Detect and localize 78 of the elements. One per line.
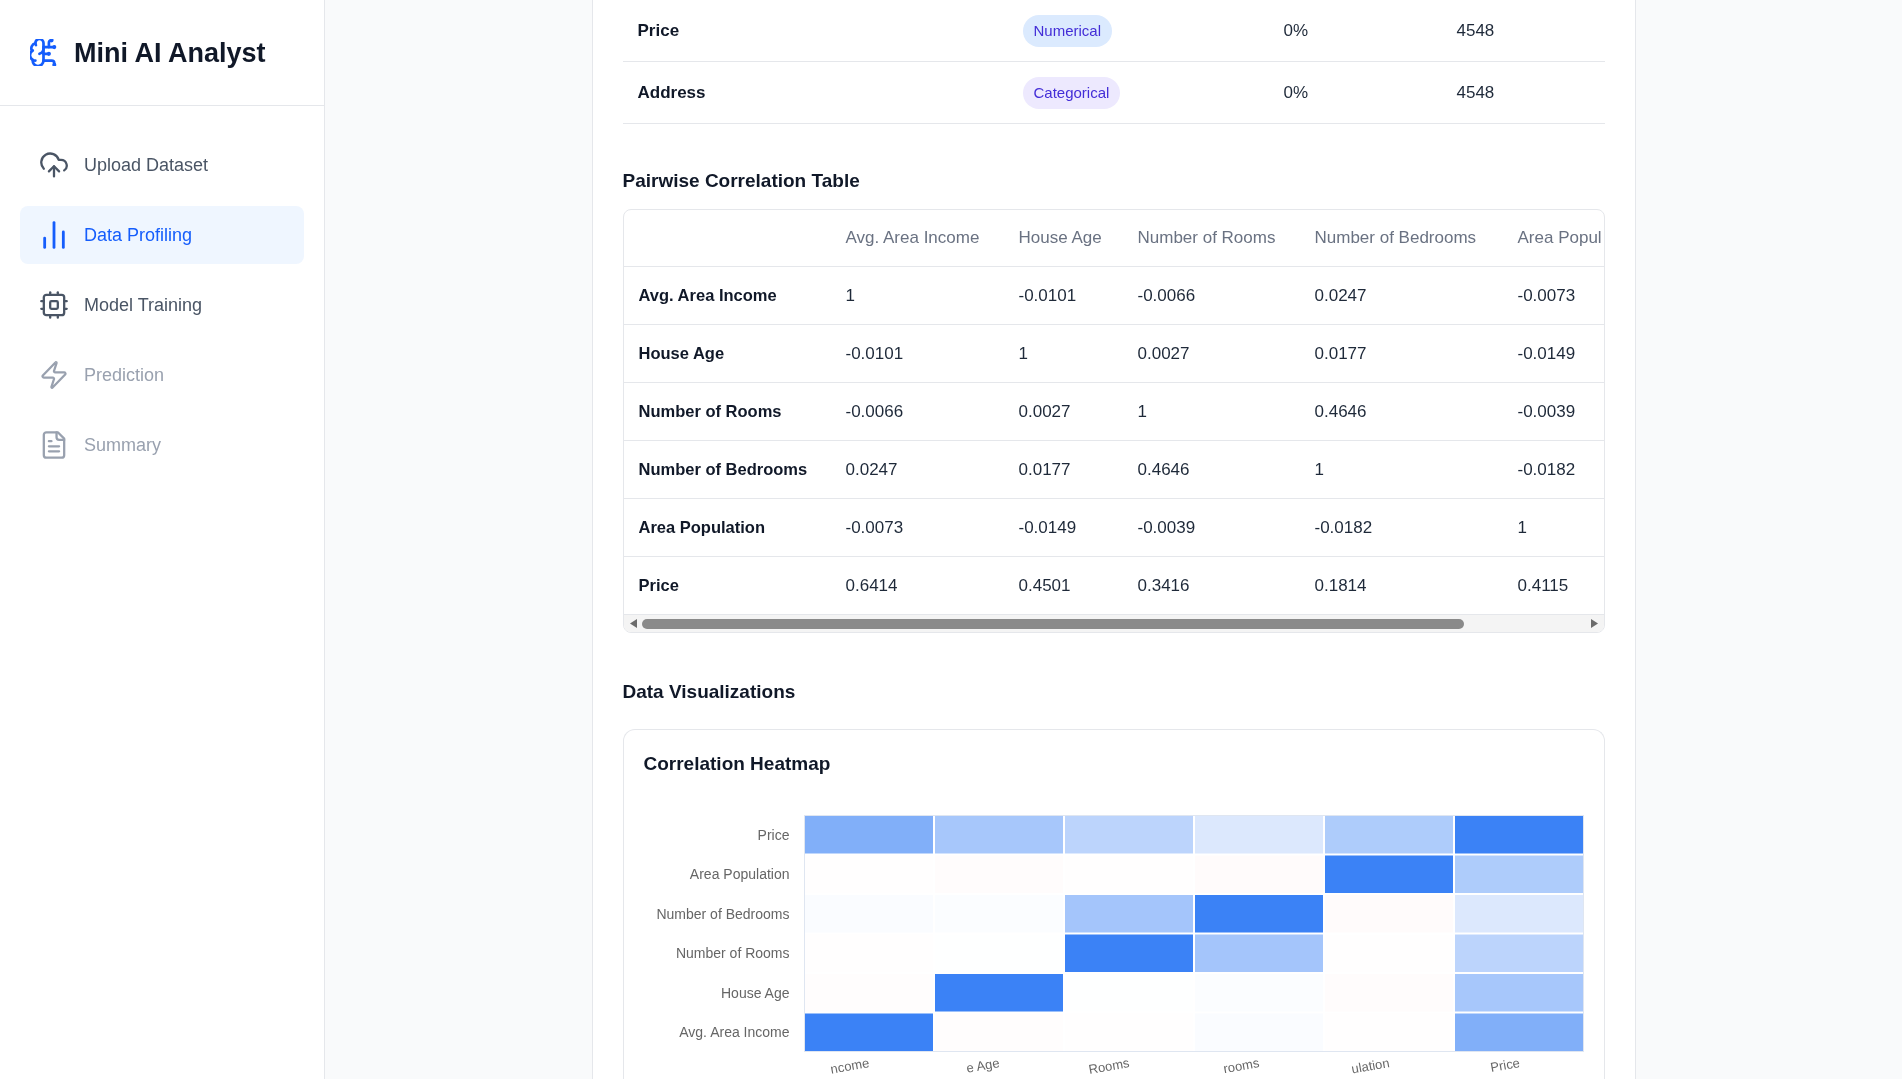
table-cell: 0.0027 [1137,343,1190,363]
cpu-chip-icon [40,291,68,319]
axis-label: e Age [965,1055,1001,1076]
table-cell: 0.0247 [845,459,898,479]
table-cell: 0.6414 [845,575,898,595]
column-header: Avg. Area Income [845,228,980,248]
table-cell: -0.0073 [845,517,904,537]
axis-label: rooms [1222,1055,1261,1077]
cloud-upload-icon [40,151,68,179]
table-cell: 0.3416 [1137,575,1190,595]
table-cell: 0.0027 [1018,401,1071,421]
column-header: House Age [1018,228,1102,248]
table-cell: -0.0039 [1137,517,1196,537]
horizontal-scrollbar[interactable] [623,615,1604,632]
card-title: Correlation Heatmap [643,752,831,776]
axis-label: ulation [1350,1055,1391,1077]
table-cell: -0.0101 [1018,285,1077,305]
row-header: Price [638,575,679,594]
table-cell: -0.0101 [845,343,904,363]
table-cell: 4548 [1456,20,1495,40]
axis-label: ncome [829,1055,871,1077]
sidebar-item[interactable]: Data Profiling [20,206,304,264]
table-cell: -0.0182 [1314,517,1373,537]
axis-label: Number of Rooms [675,945,790,962]
document-icon [40,431,68,459]
table-cell: -0.0149 [1517,343,1576,363]
row-header: Number of Rooms [638,401,782,420]
table-cell: 0% [1283,82,1309,102]
table-cell: -0.0073 [1517,285,1576,305]
table-cell: -0.0039 [1517,401,1576,421]
sidebar-item[interactable]: Model Training [20,276,304,334]
table-cell: Address [637,82,706,102]
scroll-right-arrow-icon[interactable] [1590,619,1598,628]
sidebar-item[interactable]: Upload Dataset [20,136,304,194]
table-cell: 0.4646 [1137,459,1190,479]
type-badge: Numerical [1022,14,1112,47]
table-cell: 0% [1283,20,1309,40]
table-cell: 1 [1314,459,1324,479]
scroll-left-arrow-icon[interactable] [629,619,637,628]
bar-chart-icon [40,221,68,249]
brain-circuit-icon [30,39,57,66]
lightning-icon [40,361,68,389]
table-cell: 1 [1018,343,1028,363]
table-cell: 0.4646 [1314,401,1367,421]
table-cell: 0.0177 [1018,459,1071,479]
row-header: Area Population [638,517,765,536]
section-heading: Data Visualizations [622,680,796,704]
axis-label: House Age [721,984,790,1001]
table-cell: -0.0066 [1137,285,1196,305]
table-cell: 1 [845,285,855,305]
table-cell: 0.0247 [1314,285,1367,305]
section-heading: Pairwise Correlation Table [622,169,860,193]
type-badge: Categorical [1022,76,1121,109]
table-cell: 0.1814 [1314,575,1367,595]
column-header: Number of Bedrooms [1314,228,1477,248]
axis-label: Price [757,826,790,843]
axis-label: Number of Bedrooms [656,905,790,922]
row-header: Number of Bedrooms [638,459,808,478]
table-cell: 0.0177 [1314,343,1367,363]
axis-label: Price [1489,1055,1521,1076]
table-cell: 0.4501 [1018,575,1071,595]
column-header: Number of Rooms [1137,228,1276,248]
table-cell: 1 [1517,517,1527,537]
scrollbar-thumb[interactable] [641,618,1464,629]
table-cell: 1 [1137,401,1147,421]
table-cell: 4548 [1456,82,1495,102]
table-cell: -0.0182 [1517,459,1576,479]
axis-label: Rooms [1087,1055,1131,1078]
axis-label: Area Population [689,866,790,883]
axis-label: Avg. Area Income [679,1024,790,1041]
table-cell: 0.4115 [1517,575,1569,595]
row-header: House Age [638,343,725,362]
app-title: Mini AI Analyst [74,36,266,69]
table-cell: -0.0066 [845,401,904,421]
row-header: Avg. Area Income [638,285,777,304]
column-header: Area Popul [1517,228,1602,248]
table-cell: Price [637,20,680,40]
table-cell: -0.0149 [1018,517,1077,537]
